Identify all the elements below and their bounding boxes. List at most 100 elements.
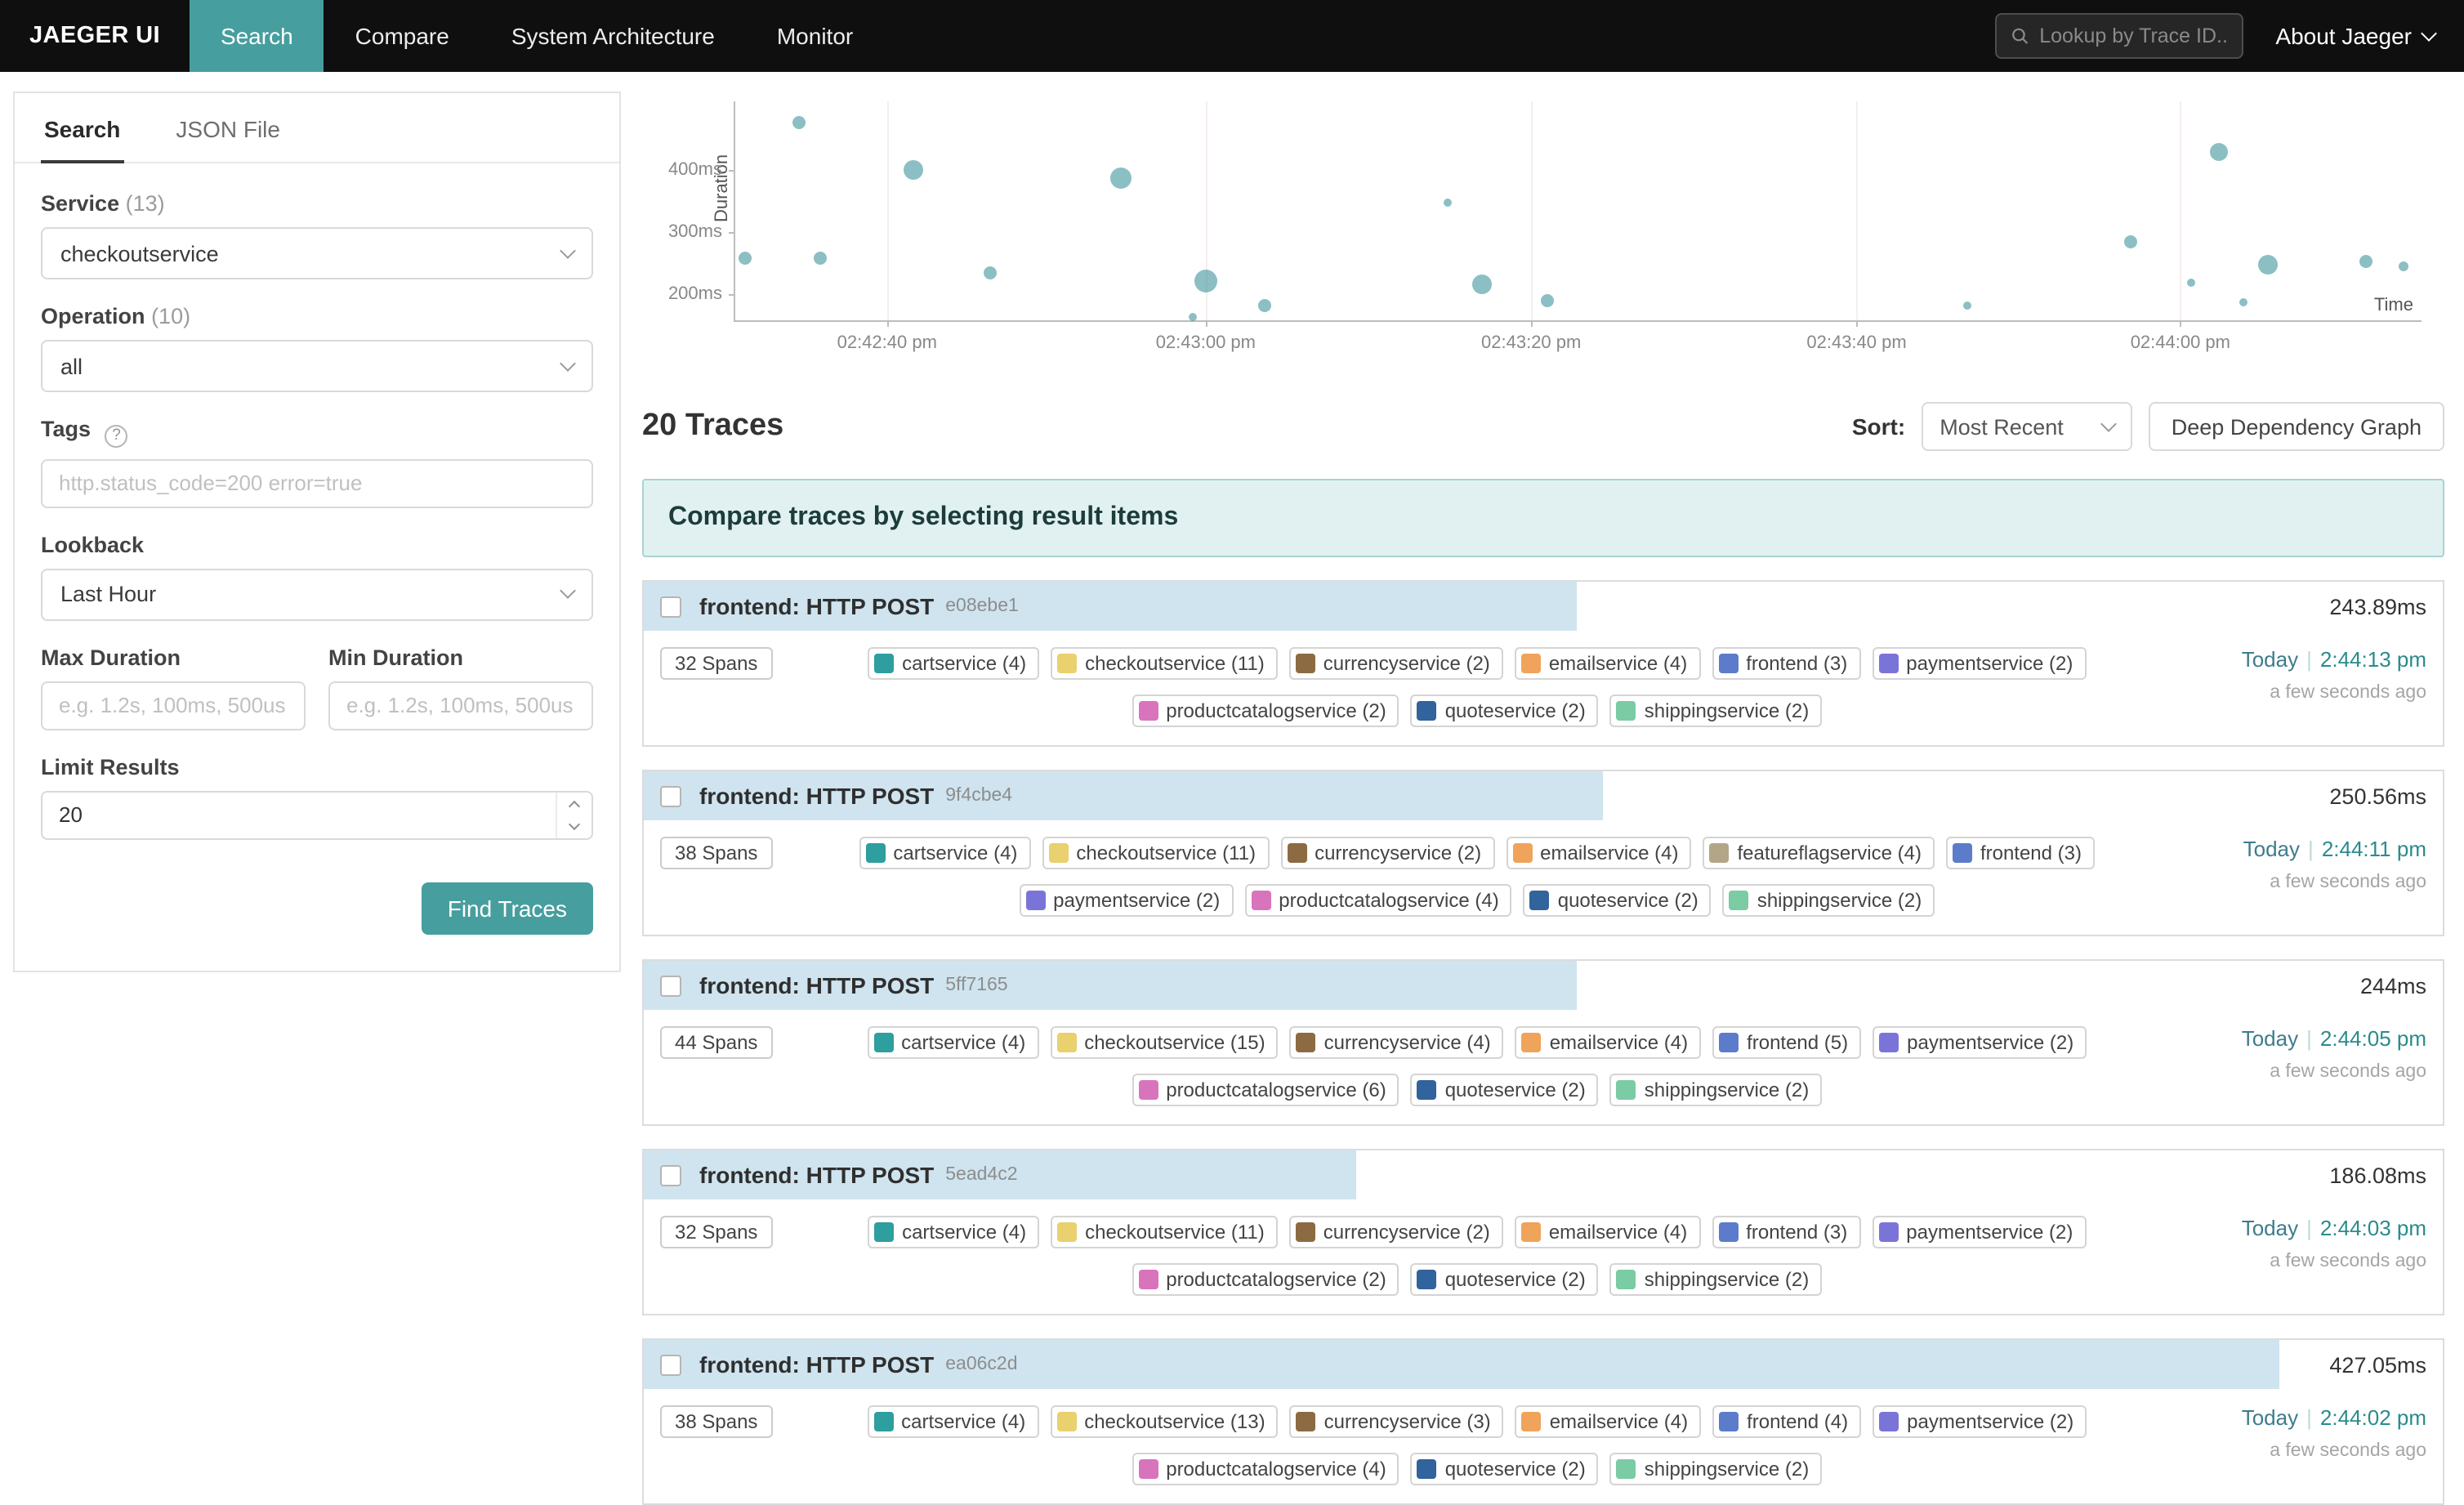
date-time-separator: |	[2306, 1405, 2312, 1430]
trace-header[interactable]: frontend: HTTP POST9f4cbe4250.56ms	[644, 771, 2443, 820]
operation-select[interactable]: all	[41, 340, 593, 392]
help-icon[interactable]: ?	[105, 424, 128, 447]
scatter-point[interactable]	[1188, 313, 1196, 321]
trace-result-item[interactable]: frontend: HTTP POSTe08ebe1243.89ms 32 Spa…	[642, 580, 2444, 747]
trace-lookup-box[interactable]	[1994, 13, 2243, 59]
results-header: 20 Traces Sort: Most Recent Deep Depende…	[642, 402, 2444, 451]
service-color-swatch	[1953, 843, 1972, 863]
trace-id: ea06c2d	[945, 1355, 1017, 1374]
scatter-point[interactable]	[984, 266, 997, 279]
trace-body: 32 Spans cartservice (4)checkoutservice (…	[644, 1199, 2443, 1314]
trace-name: frontend: HTTP POST	[699, 972, 934, 998]
trace-lookup-input[interactable]	[2039, 25, 2226, 47]
scatter-point[interactable]	[1111, 167, 1132, 189]
service-color-swatch	[1417, 1459, 1437, 1479]
trace-time[interactable]: 2:44:05 pm	[2320, 1026, 2426, 1051]
service-color-swatch	[1521, 654, 1541, 673]
trace-time[interactable]: 2:44:02 pm	[2320, 1405, 2426, 1430]
service-chip: emailservice (4)	[1515, 647, 1700, 680]
step-down-button[interactable]	[557, 815, 591, 837]
scatter-point[interactable]	[2258, 255, 2278, 275]
trace-header[interactable]: frontend: HTTP POST5ead4c2186.08ms	[644, 1150, 2443, 1199]
limit-results-input[interactable]	[41, 790, 593, 839]
lookback-select[interactable]: Last Hour	[41, 568, 593, 620]
sort-select[interactable]: Most Recent	[1922, 402, 2132, 451]
lookback-label: Lookback	[41, 532, 593, 556]
step-up-button[interactable]	[557, 792, 591, 815]
service-chip: checkoutservice (11)	[1051, 1216, 1278, 1248]
nav-item-search[interactable]: Search	[190, 0, 324, 72]
trace-result-item[interactable]: frontend: HTTP POSTea06c2d427.05ms 38 Spa…	[642, 1338, 2444, 1505]
nav-item-compare[interactable]: Compare	[324, 0, 480, 72]
trace-select-checkbox[interactable]	[660, 785, 681, 806]
trace-select-checkbox[interactable]	[660, 1164, 681, 1186]
scatter-point[interactable]	[1258, 299, 1271, 312]
sidebar-tabs: Search JSON File	[15, 93, 619, 163]
trace-header[interactable]: frontend: HTTP POSTe08ebe1243.89ms	[644, 582, 2443, 631]
service-color-swatch	[1287, 843, 1306, 863]
trace-result-item[interactable]: frontend: HTTP POST5ff7165244ms44 Spansc…	[642, 959, 2444, 1126]
scatter-point[interactable]	[813, 252, 826, 265]
scatter-point[interactable]	[2125, 235, 2138, 248]
scatter-point[interactable]	[792, 116, 806, 129]
scatter-point[interactable]	[2359, 254, 2372, 267]
service-chips: cartservice (4)checkoutservice (11)curre…	[788, 1216, 2165, 1296]
min-duration-input[interactable]	[328, 681, 593, 730]
scatter-point[interactable]	[739, 252, 752, 265]
trace-select-checkbox[interactable]	[660, 596, 681, 617]
trace-time[interactable]: 2:44:11 pm	[2322, 837, 2426, 861]
service-select-value: checkoutservice	[60, 241, 219, 266]
service-color-swatch	[1617, 1080, 1636, 1100]
nav-item-system-architecture[interactable]: System Architecture	[480, 0, 746, 72]
span-count-chip: 32 Spans	[660, 1216, 772, 1248]
x-tick-label: 02:43:00 pm	[1156, 333, 1256, 353]
scatter-point[interactable]	[2398, 261, 2408, 271]
about-jaeger-menu[interactable]: About Jaeger	[2275, 23, 2435, 49]
scatter-point[interactable]	[1542, 294, 1555, 307]
service-select[interactable]: checkoutservice	[41, 227, 593, 279]
trace-time[interactable]: 2:44:13 pm	[2320, 647, 2426, 672]
operation-label: Operation (10)	[41, 304, 593, 328]
max-duration-input[interactable]	[41, 681, 306, 730]
trace-select-checkbox[interactable]	[660, 975, 681, 996]
scatter-point[interactable]	[1472, 275, 1492, 294]
tags-input[interactable]	[41, 458, 593, 507]
trace-datetime: Today|2:44:13 pm	[2181, 647, 2426, 674]
x-tick-label: 02:43:40 pm	[1806, 333, 1906, 353]
tags-label: Tags ?	[41, 417, 593, 447]
span-count-chip: 32 Spans	[660, 647, 772, 680]
find-traces-button[interactable]: Find Traces	[422, 882, 593, 934]
scatter-point[interactable]	[2186, 279, 2194, 287]
service-chip: currencyservice (2)	[1289, 647, 1503, 680]
tab-json-file[interactable]: JSON File	[172, 93, 283, 162]
trace-result-item[interactable]: frontend: HTTP POST9f4cbe4250.56ms38 Spa…	[642, 770, 2444, 936]
trace-header[interactable]: frontend: HTTP POSTea06c2d427.05ms	[644, 1340, 2443, 1389]
service-chip: cartservice (4)	[859, 837, 1030, 869]
service-chip: productcatalogservice (4)	[1244, 884, 1511, 917]
service-color-swatch	[1056, 1412, 1076, 1431]
scatter-point[interactable]	[1443, 199, 1451, 207]
service-color-swatch	[1878, 654, 1898, 673]
service-color-swatch	[873, 1412, 893, 1431]
chevron-down-icon	[2100, 415, 2117, 431]
scatter-point[interactable]	[1194, 270, 1217, 293]
service-chip: currencyservice (2)	[1289, 1216, 1503, 1248]
trace-select-checkbox[interactable]	[660, 1354, 681, 1375]
deep-dependency-graph-button[interactable]: Deep Dependency Graph	[2149, 402, 2444, 451]
trace-timestamps: Today|2:44:03 pma few seconds ago	[2181, 1216, 2426, 1274]
trace-header-content: frontend: HTTP POSTe08ebe1243.89ms	[644, 582, 2443, 631]
trace-header[interactable]: frontend: HTTP POST5ff7165244ms	[644, 961, 2443, 1010]
service-color-swatch	[874, 1222, 894, 1242]
scatter-point[interactable]	[2210, 143, 2228, 161]
service-chip: cartservice (4)	[867, 1026, 1038, 1059]
trace-time[interactable]: 2:44:03 pm	[2320, 1216, 2426, 1240]
scatter-point[interactable]	[904, 160, 924, 180]
service-color-swatch	[1296, 1222, 1315, 1242]
nav-item-monitor[interactable]: Monitor	[746, 0, 884, 72]
scatter-point[interactable]	[2239, 298, 2247, 306]
tab-search[interactable]: Search	[41, 93, 123, 163]
trace-result-item[interactable]: frontend: HTTP POST5ead4c2186.08ms32 Spa…	[642, 1149, 2444, 1315]
trace-id: e08ebe1	[945, 596, 1019, 616]
span-count-chip: 38 Spans	[660, 1405, 772, 1438]
scatter-point[interactable]	[1964, 301, 1972, 310]
